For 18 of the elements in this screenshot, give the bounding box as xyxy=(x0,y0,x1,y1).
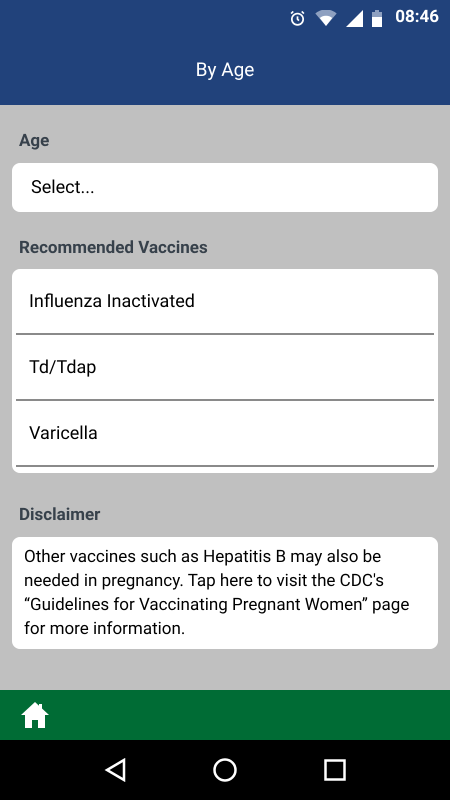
section-label: Age xyxy=(19,130,50,153)
vaccine-item[interactable]: Varicella xyxy=(16,401,434,465)
wifi-icon xyxy=(315,10,338,26)
recents-icon[interactable] xyxy=(324,759,346,781)
battery-icon xyxy=(372,10,382,26)
vaccine-item[interactable]: Td/Tdap xyxy=(16,335,434,399)
signal-icon xyxy=(346,10,364,26)
status-time: 08:46 xyxy=(395,6,439,30)
vaccine-item[interactable]: Influenza Inactivated xyxy=(16,269,434,333)
screen-title: By Age xyxy=(196,57,254,84)
home-circle-icon[interactable] xyxy=(212,758,237,782)
alarm-icon xyxy=(289,10,306,26)
home-icon[interactable] xyxy=(21,702,49,728)
disclaimer-text[interactable]: Other vaccines such as Hepatitis B may also be needed in pregnancy. Tap here to visit the CDC's “Guidelines for Vaccinating Pregnant Women” page for more information. xyxy=(24,544,426,640)
age-select[interactable]: Select... xyxy=(12,162,438,212)
section-label: Disclaimer xyxy=(19,504,102,527)
back-icon[interactable] xyxy=(104,758,126,782)
section-label: Recommended Vaccines xyxy=(19,236,209,260)
